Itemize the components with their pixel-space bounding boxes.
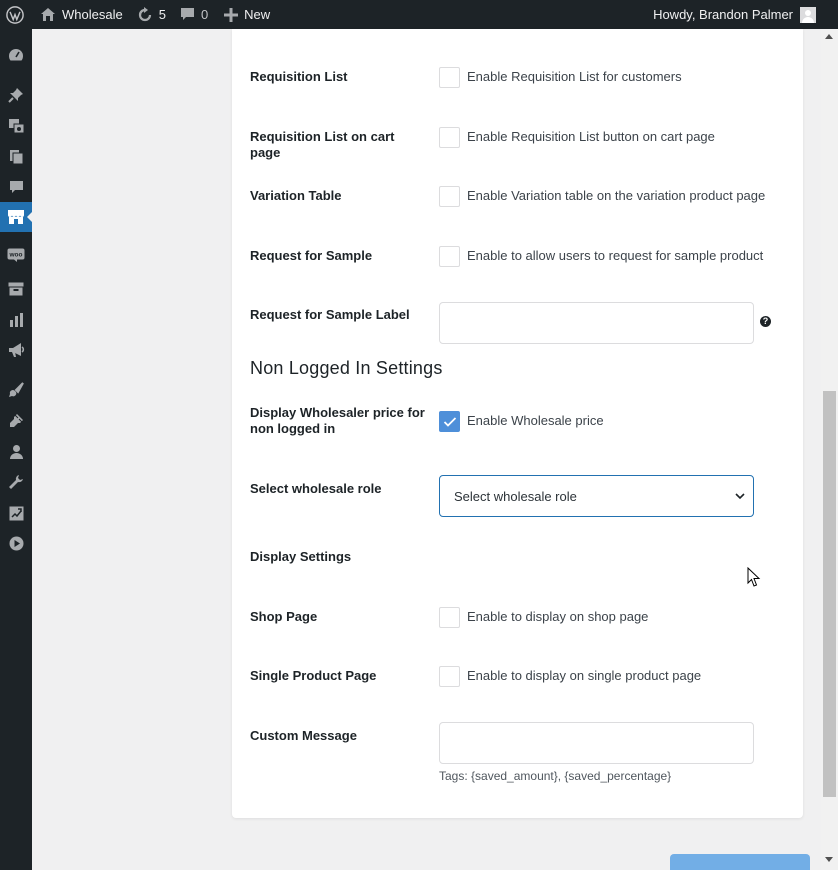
request-sample-label: Request for Sample (250, 248, 373, 263)
menu-appearance[interactable] (0, 375, 32, 405)
play-icon (9, 536, 23, 550)
menu-settings[interactable] (0, 498, 32, 528)
settings-icon (9, 506, 23, 520)
custom-message-label: Custom Message (250, 728, 357, 743)
plus-icon (224, 7, 239, 22)
requisition-cart-checkbox[interactable] (439, 127, 460, 148)
request-sample-label-field-label: Request for Sample Label (250, 307, 410, 322)
menu-products[interactable] (0, 274, 32, 304)
request-sample-checkbox[interactable] (439, 246, 460, 267)
single-product-checkbox-label: Enable to display on single product page (467, 668, 702, 683)
comments-icon (180, 8, 194, 20)
greeting: Howdy, Brandon Palmer (653, 7, 793, 22)
site-name-link[interactable]: Wholesale (34, 0, 129, 29)
admin-menu: woo (0, 29, 33, 870)
scroll-down-arrow[interactable] (825, 857, 833, 862)
comment-icon (9, 180, 23, 193)
megaphone-icon (8, 343, 24, 357)
updates-count: 5 (158, 7, 166, 22)
brush-icon (9, 382, 24, 397)
svg-text:woo: woo (9, 252, 23, 259)
select-role-label: Select wholesale role (250, 481, 382, 496)
wordpress-logo-icon (6, 5, 24, 24)
site-name: Wholesale (62, 7, 123, 22)
menu-marketing[interactable] (0, 335, 32, 365)
dashboard-icon (8, 49, 24, 61)
menu-plugins[interactable] (0, 406, 32, 436)
menu-store[interactable] (0, 202, 33, 232)
pin-icon (8, 88, 23, 103)
avatar (800, 6, 816, 23)
archive-icon (8, 282, 24, 296)
chevron-down-icon (735, 493, 745, 500)
menu-posts[interactable] (0, 80, 32, 110)
request-sample-label-input[interactable] (439, 302, 754, 344)
display-price-checkbox[interactable] (439, 411, 460, 432)
user-icon (9, 445, 23, 459)
checkmark-icon (443, 417, 457, 427)
menu-pages[interactable] (0, 142, 32, 172)
wordpress-logo[interactable] (0, 0, 30, 29)
shop-page-checkbox[interactable] (439, 607, 460, 628)
shop-page-checkbox-label: Enable to display on shop page (467, 609, 649, 624)
menu-comments[interactable] (0, 172, 32, 202)
new-label: New (244, 7, 271, 22)
store-icon (8, 210, 24, 224)
admin-bar: Wholesale 5 0 New Howdy, Brandon Palmer (0, 0, 838, 29)
requisition-list-checkbox-label: Enable Requisition List for customers (467, 69, 682, 84)
display-price-checkbox-label: Enable Wholesale price (467, 413, 604, 428)
wholesale-role-select[interactable]: Select wholesale role (439, 475, 754, 517)
menu-woocommerce[interactable]: woo (0, 240, 32, 270)
media-icon (8, 119, 24, 134)
menu-dashboard[interactable] (0, 40, 32, 70)
shop-page-label: Shop Page (250, 609, 318, 624)
wholesale-role-selected: Select wholesale role (454, 488, 577, 504)
menu-analytics[interactable] (0, 304, 32, 334)
home-icon (41, 8, 55, 21)
requisition-list-checkbox[interactable] (439, 67, 460, 88)
menu-media[interactable] (0, 111, 32, 141)
single-product-checkbox[interactable] (439, 666, 460, 687)
section-title-non-logged: Non Logged In Settings (250, 358, 443, 378)
request-sample-checkbox-label: Enable to allow users to request for sam… (467, 248, 764, 263)
requisition-cart-checkbox-label: Enable Requisition List button on cart p… (467, 129, 715, 144)
menu-tools[interactable] (0, 467, 32, 497)
menu-media-player[interactable] (0, 528, 32, 558)
menu-users[interactable] (0, 437, 32, 467)
scroll-up-arrow[interactable] (825, 34, 833, 39)
requisition-cart-label: Requisition List on cart page (250, 129, 395, 160)
new-content-link[interactable]: New (218, 0, 276, 29)
variation-table-checkbox-label: Enable Variation table on the variation … (467, 188, 766, 203)
updates-icon (138, 6, 151, 21)
updates-link[interactable]: 5 (131, 0, 172, 29)
comments-count: 0 (200, 7, 209, 22)
pages-icon (9, 150, 23, 165)
single-product-label: Single Product Page (250, 668, 377, 683)
wrench-icon (9, 475, 23, 489)
analytics-icon (9, 312, 23, 327)
scroll-thumb[interactable] (823, 391, 836, 797)
custom-message-input[interactable] (439, 722, 754, 764)
variation-table-label: Variation Table (250, 188, 342, 203)
mouse-cursor-icon (747, 567, 761, 587)
comments-link[interactable]: 0 (174, 0, 214, 29)
plugin-icon (10, 414, 23, 427)
display-price-label: Display Wholesaler price for non logged … (250, 405, 425, 436)
save-button[interactable] (670, 854, 810, 870)
question-icon[interactable]: ? (760, 316, 771, 327)
variation-table-checkbox[interactable] (439, 186, 460, 207)
requisition-list-label: Requisition List (250, 69, 348, 84)
my-account[interactable]: Howdy, Brandon Palmer (653, 0, 838, 29)
woo-icon: woo (7, 248, 25, 262)
page-scrollbar[interactable] (821, 29, 838, 870)
custom-message-tags: Tags: {saved_amount}, {saved_percentage} (439, 769, 672, 783)
display-settings-label: Display Settings (250, 549, 352, 564)
